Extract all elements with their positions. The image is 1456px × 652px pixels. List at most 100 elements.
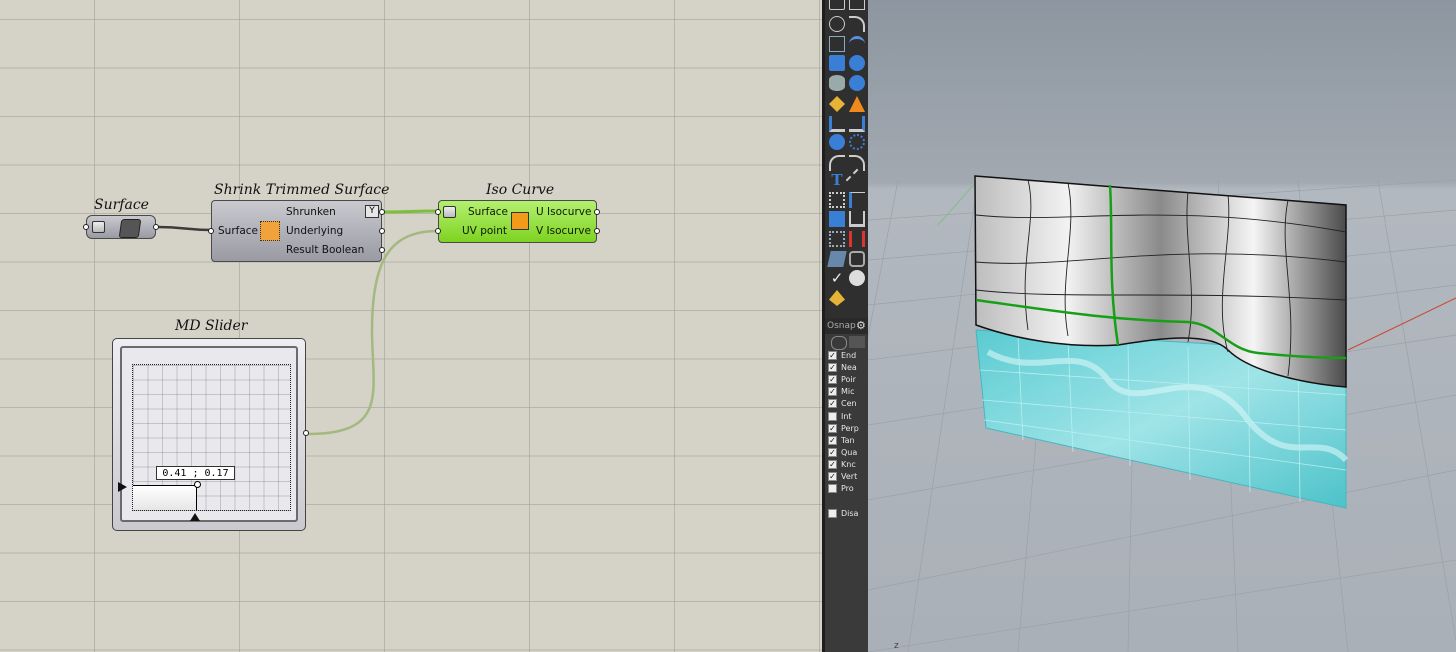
iso-curve-expand-icon[interactable]: [443, 206, 456, 218]
surface-param-input-grip[interactable]: [83, 224, 89, 230]
osnap-checkbox[interactable]: [828, 411, 837, 421]
iso-output-u-label: U Isocurve: [536, 206, 592, 218]
osnap-row[interactable]: ✓ Cen: [828, 399, 866, 410]
analyze-icon[interactable]: [849, 231, 865, 247]
osnap-row[interactable]: ✓ Vert: [828, 472, 866, 483]
array-icon[interactable]: [849, 211, 865, 227]
boolean-icon[interactable]: [829, 134, 845, 150]
osnap-label: Tan: [841, 435, 855, 445]
x-axis-line: [1347, 297, 1456, 351]
osnap-label: Int: [841, 411, 852, 421]
md-slider-value: 0.41 ; 0.17: [156, 466, 235, 480]
iso-output-grip-u[interactable]: [594, 209, 600, 215]
osnap-checkbox[interactable]: ✓: [828, 351, 837, 360]
iso-input-uvpoint-label: UV point: [462, 225, 507, 237]
material-icon[interactable]: [829, 290, 845, 306]
osnap-row[interactable]: Pro: [828, 484, 866, 495]
distribute-icon[interactable]: [849, 116, 865, 132]
circle-icon[interactable]: [829, 16, 845, 32]
shrink-trimmed-surface-component[interactable]: Surface Shrunken Underlying Result Boole…: [208, 200, 385, 262]
shrink-output-grip-underlying[interactable]: [379, 228, 385, 234]
osnap-checkbox[interactable]: ✓: [828, 387, 837, 397]
shrink-output-grip-shrunken[interactable]: [379, 209, 385, 215]
osnap-row[interactable]: ✓ Tan: [828, 435, 866, 447]
osnap-label: Cen: [841, 399, 857, 409]
box-icon[interactable]: [829, 55, 845, 71]
osnap-row[interactable]: ✓ Qua: [828, 447, 866, 459]
fillet-icon[interactable]: [829, 155, 845, 171]
blend-icon[interactable]: [849, 75, 865, 91]
render-icon[interactable]: [827, 251, 847, 267]
osnap-label: Qua: [841, 447, 858, 457]
solid-icon[interactable]: [829, 211, 845, 227]
md-slider-u-marker: [190, 513, 200, 521]
layout-icon[interactable]: [849, 251, 865, 267]
osnap-toggle-icon[interactable]: [831, 336, 847, 350]
explode-icon[interactable]: [829, 96, 845, 112]
iso-curve-component[interactable]: Surface UV point U Isocurve V Isocurve: [435, 200, 600, 243]
select-icon[interactable]: [829, 0, 845, 10]
osnap-row[interactable]: ✓ Poir: [828, 375, 866, 386]
grid-icon[interactable]: [829, 231, 845, 247]
check-icon[interactable]: ✓: [829, 270, 845, 286]
osnap-row[interactable]: Int: [828, 411, 866, 423]
osnap-label: Vert: [841, 472, 858, 481]
osnap-checkbox[interactable]: ✓: [828, 447, 837, 457]
graft-icon[interactable]: Y: [365, 205, 379, 218]
sphere-light-icon[interactable]: [849, 270, 865, 286]
md-slider-grid[interactable]: [132, 364, 291, 511]
osnap-checkbox[interactable]: ✓: [828, 399, 837, 409]
osnap-mode-icon[interactable]: [849, 336, 865, 348]
osnap-disable-checkbox[interactable]: [828, 509, 837, 518]
iso-curve-title: Iso Curve: [486, 182, 555, 198]
iso-output-v-label: V Isocurve: [536, 225, 591, 237]
rhino-viewport[interactable]: z: [868, 0, 1456, 652]
osnap-row[interactable]: ✓ End: [828, 351, 866, 362]
osnap-row[interactable]: ✓ Nea: [828, 363, 866, 374]
wire-layer: [157, 209, 439, 436]
osnap-row[interactable]: ✓ Knc: [828, 459, 866, 471]
arc-icon[interactable]: [849, 16, 865, 32]
gear-icon[interactable]: ⚙: [856, 319, 866, 332]
osnap-row[interactable]: ✓ Perp: [828, 423, 866, 435]
rotate-icon[interactable]: [829, 36, 845, 52]
iso-input-grip-surface[interactable]: [435, 209, 441, 215]
osnap-checkbox[interactable]: ✓: [828, 363, 837, 373]
shrink-input-grip[interactable]: [208, 228, 214, 234]
iso-output-grip-v[interactable]: [594, 228, 600, 234]
md-slider-output-grip[interactable]: [303, 430, 309, 436]
text-icon[interactable]: T: [829, 172, 845, 188]
param-expand-icon[interactable]: [92, 221, 105, 233]
osnap-title: Osnap: [827, 321, 856, 331]
cylinder-icon[interactable]: [829, 75, 845, 91]
transform-icon[interactable]: [829, 192, 845, 208]
md-slider-handle[interactable]: [194, 481, 202, 489]
trim-icon[interactable]: [849, 96, 865, 112]
wire-surface-to-shrink: [157, 225, 214, 232]
align-icon[interactable]: [829, 116, 845, 132]
osnap-checkbox[interactable]: ✓: [828, 423, 837, 433]
md-slider[interactable]: [112, 338, 309, 531]
osnap-row[interactable]: ✓ Mic: [828, 387, 866, 398]
osnap-checkbox[interactable]: ✓: [828, 472, 837, 481]
osnap-checkbox[interactable]: [828, 484, 837, 494]
sphere-icon[interactable]: [849, 55, 865, 71]
mirror-icon[interactable]: [849, 192, 865, 208]
grasshopper-canvas[interactable]: Surface Shrink Trimmed Surface Surface S…: [0, 0, 822, 652]
osnap-checkbox[interactable]: ✓: [828, 375, 837, 385]
surface-param-output-grip[interactable]: [153, 224, 159, 230]
shrink-output-grip-result[interactable]: [379, 247, 385, 253]
iso-input-grip-uv[interactable]: [435, 228, 441, 234]
osnap-panel: Osnap ⚙ ✓ End ✓ Nea ✓ Poir ✓ Mic ✓ Cen Int ✓ Perp ✓ Ta…: [825, 318, 868, 652]
dimension-icon[interactable]: [845, 168, 869, 192]
osnap-checkbox[interactable]: ✓: [828, 435, 837, 445]
surface-icon: [118, 219, 142, 238]
osnap-disable-row[interactable]: Disa: [828, 509, 866, 520]
osnap-label: Knc: [841, 459, 856, 469]
points-icon[interactable]: [849, 134, 865, 150]
rectangle-icon[interactable]: [849, 0, 865, 10]
surface-param[interactable]: [83, 215, 159, 239]
curve-icon[interactable]: [849, 36, 865, 52]
md-slider-fill: [133, 485, 198, 510]
osnap-checkbox[interactable]: ✓: [828, 459, 837, 469]
